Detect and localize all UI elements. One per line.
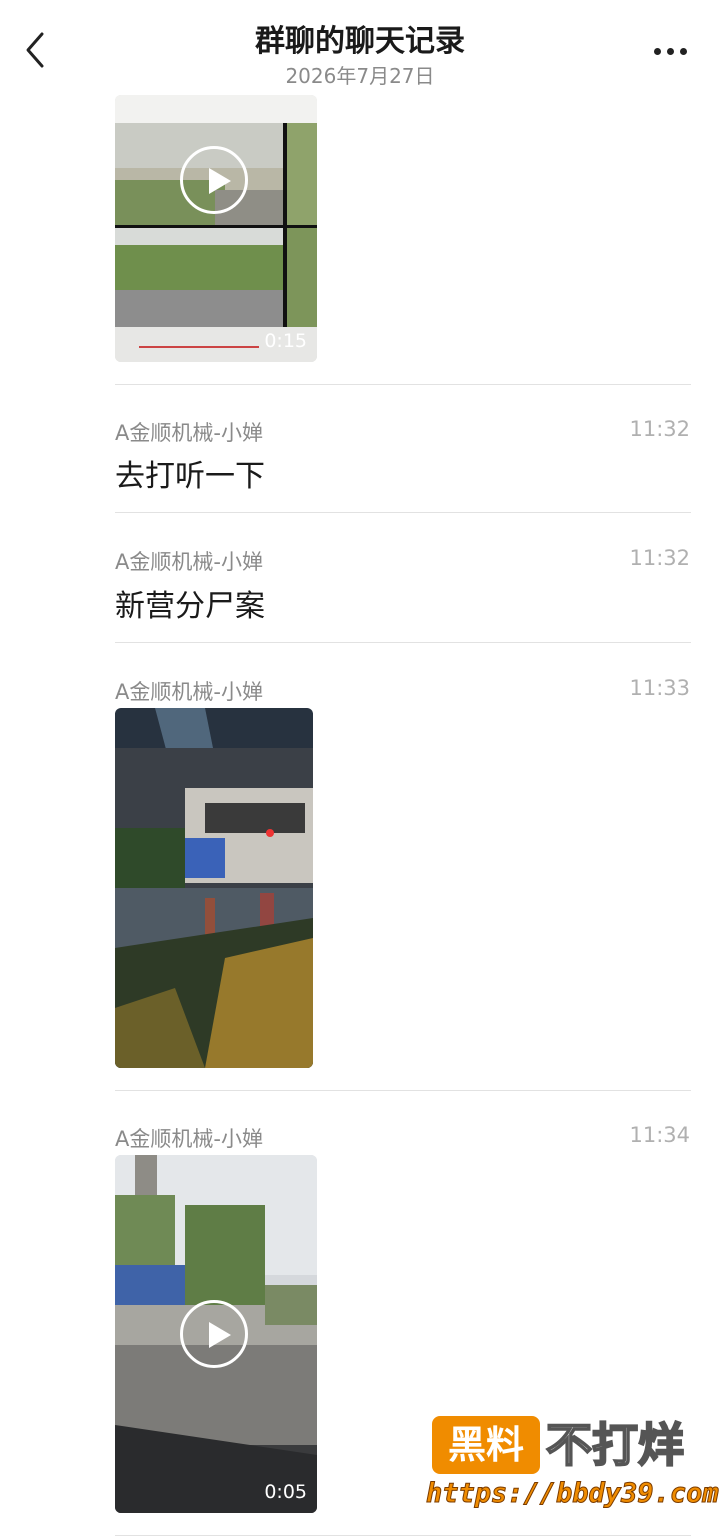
video-message[interactable]: 0:15 [115, 95, 317, 362]
video-duration: 0:15 [264, 330, 307, 352]
page-title: 群聊的聊天记录 [255, 24, 465, 59]
watermark-text: 不打烊 [545, 1417, 685, 1473]
play-icon [180, 146, 248, 214]
video-duration: 0:05 [264, 1481, 307, 1503]
message-text[interactable]: 去打听一下 [115, 451, 265, 495]
message-text[interactable]: 新营分尸案 [115, 581, 265, 625]
message-time: 11:32 [629, 546, 690, 570]
watermark-url: https://bbdy39.com [426, 1478, 720, 1510]
sender-name: A金顺机械-小婵 [115, 421, 263, 445]
message-time: 11:33 [629, 676, 690, 700]
message-time: 11:34 [629, 1123, 690, 1147]
top-bar: 群聊的聊天记录 2026年7月27日 [0, 0, 720, 95]
page-date: 2026年7月27日 [285, 64, 435, 88]
image-message[interactable] [115, 708, 313, 1068]
sender-name: A金顺机械-小婵 [115, 1127, 263, 1151]
divider [115, 1535, 691, 1536]
divider [115, 642, 691, 643]
sender-name: A金顺机械-小婵 [115, 680, 263, 704]
video-message[interactable]: 0:05 [115, 1155, 317, 1513]
ellipsis-icon [654, 48, 661, 55]
sender-name: A金顺机械-小婵 [115, 550, 263, 574]
watermark: 黑料 不打烊 https://bbdy39.com [426, 1416, 719, 1532]
night-street-photo [115, 708, 313, 1068]
more-button[interactable] [646, 40, 694, 64]
divider [115, 1090, 691, 1091]
divider [115, 512, 691, 513]
play-icon [180, 1300, 248, 1368]
watermark-badge: 黑料 [432, 1416, 540, 1474]
message-time: 11:32 [629, 417, 690, 441]
divider [115, 384, 691, 385]
video-thumbnail [115, 95, 317, 362]
